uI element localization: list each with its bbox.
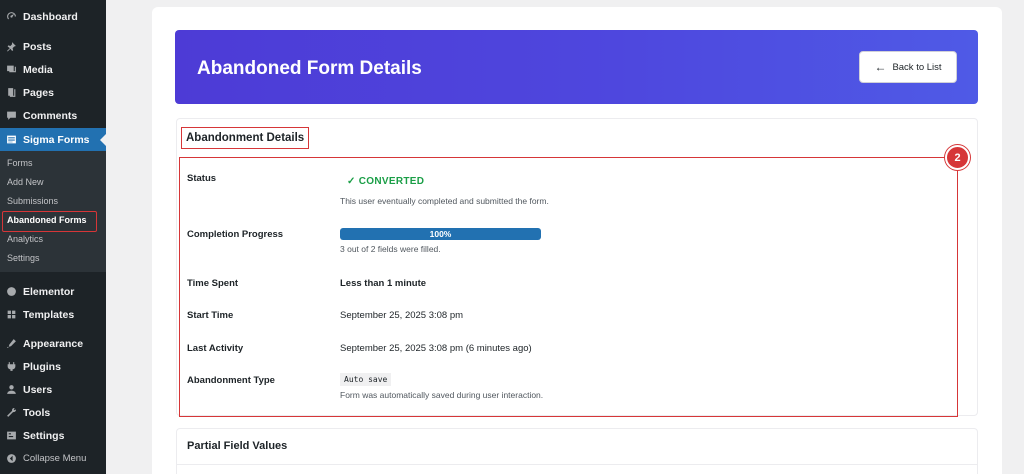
section-title: Abandonment Details <box>181 127 310 149</box>
page-title: Abandoned Form Details <box>197 58 422 79</box>
menu-templates[interactable]: Templates <box>0 303 106 326</box>
progress-label: Completion Progress <box>187 229 284 240</box>
dashboard-icon <box>6 11 17 22</box>
progress-note: 3 out of 2 fields were filled. <box>340 244 441 254</box>
time-spent-label: Time Spent <box>187 278 239 289</box>
admin-sidebar: Dashboard Posts Media Pages Comments Sig… <box>0 0 106 474</box>
collapse-icon <box>6 453 17 464</box>
abandonment-type-label: Abandonment Type <box>187 375 275 386</box>
menu-dashboard[interactable]: Dashboard <box>0 5 106 28</box>
start-time-value: September 25, 2025 3:08 pm <box>340 310 464 321</box>
progress-bar: 100% <box>340 228 541 240</box>
menu-pages[interactable]: Pages <box>0 81 106 104</box>
settings-icon <box>6 430 17 441</box>
menu-tools[interactable]: Tools <box>0 401 106 424</box>
highlight-abandoned-forms <box>2 211 97 232</box>
page-header: Abandoned Form Details ← Back to List <box>175 30 978 104</box>
partial-field-values-title: Partial Field Values <box>187 440 288 452</box>
menu-appearance[interactable]: Appearance <box>0 332 106 355</box>
partial-field-values-panel <box>176 428 978 474</box>
back-to-list-button[interactable]: ← Back to List <box>859 51 957 83</box>
step-badge: 2 <box>945 145 970 170</box>
submenu-submissions[interactable]: Submissions <box>0 192 106 211</box>
tools-icon <box>6 407 17 418</box>
last-activity-value: September 25, 2025 3:08 pm (6 minutes ag… <box>340 343 532 354</box>
menu-sigma-forms[interactable]: Sigma Forms <box>0 128 106 151</box>
submenu-analytics[interactable]: Analytics <box>0 230 106 249</box>
abandonment-type-value: Auto save <box>340 373 392 386</box>
menu-media[interactable]: Media <box>0 58 106 81</box>
templates-icon <box>6 309 17 320</box>
comments-icon <box>6 110 17 121</box>
pages-icon <box>6 87 17 98</box>
details-highlight-box <box>179 157 958 417</box>
sigma-forms-submenu: Forms Add New Submissions Abandoned Form… <box>0 151 106 272</box>
menu-plugins[interactable]: Plugins <box>0 355 106 378</box>
menu-settings[interactable]: Settings <box>0 424 106 447</box>
users-icon <box>6 384 17 395</box>
status-note: This user eventually completed and submi… <box>340 196 549 206</box>
menu-elementor[interactable]: Elementor <box>0 280 106 303</box>
media-icon <box>6 64 17 75</box>
start-time-label: Start Time <box>187 310 234 321</box>
menu-users[interactable]: Users <box>0 378 106 401</box>
status-label: Status <box>187 173 217 184</box>
collapse-menu-button[interactable]: Collapse Menu <box>0 447 106 470</box>
status-value: ✓ CONVERTED <box>347 176 425 187</box>
submenu-forms[interactable]: Forms <box>0 154 106 173</box>
pin-icon <box>6 41 17 52</box>
elementor-icon <box>6 286 17 297</box>
plugins-icon <box>6 361 17 372</box>
menu-comments[interactable]: Comments <box>0 104 106 127</box>
panel-divider <box>177 464 977 465</box>
submenu-add-new[interactable]: Add New <box>0 173 106 192</box>
menu-posts[interactable]: Posts <box>0 35 106 58</box>
forms-icon <box>6 134 17 145</box>
abandonment-type-note: Form was automatically saved during user… <box>340 390 544 400</box>
time-spent-value: Less than 1 minute <box>340 278 427 289</box>
submenu-settings[interactable]: Settings <box>0 249 106 268</box>
last-activity-label: Last Activity <box>187 343 244 354</box>
submenu-abandoned-forms[interactable]: Abandoned Forms <box>0 211 106 232</box>
arrow-left-icon: ← <box>874 60 887 74</box>
appearance-icon <box>6 338 17 349</box>
